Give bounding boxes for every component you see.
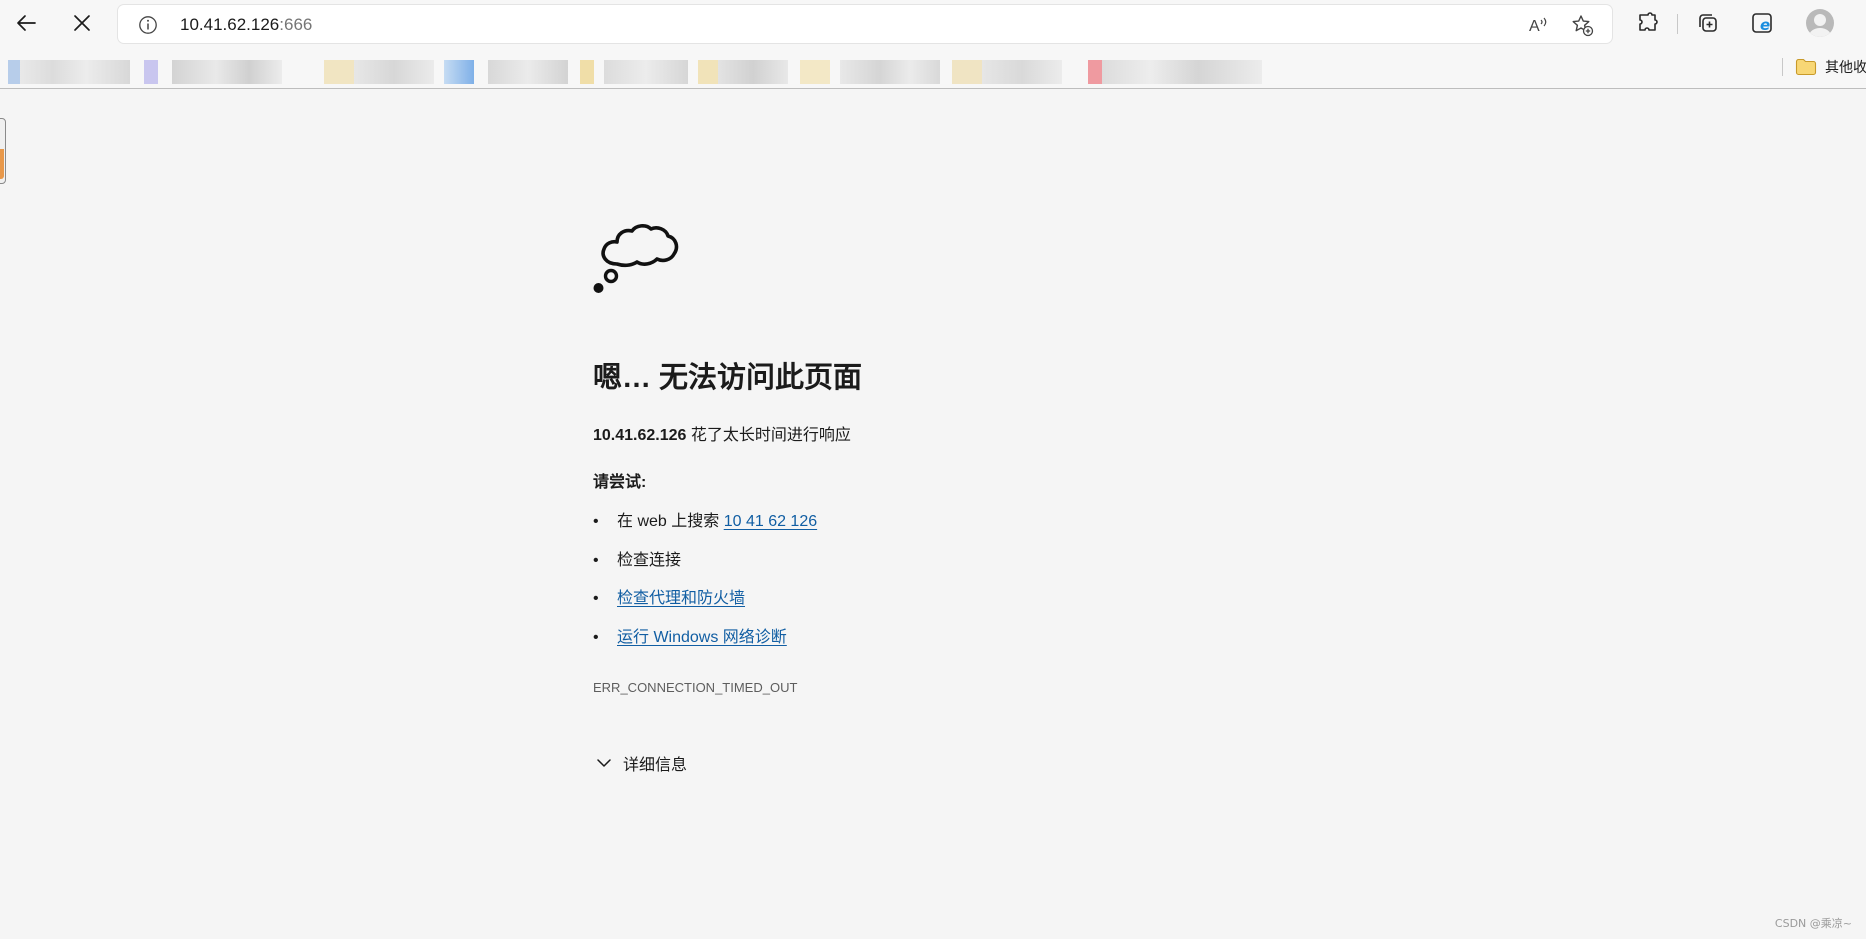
puzzle-icon xyxy=(1639,12,1658,31)
address-bar[interactable]: 10.41.62.126:666 A xyxy=(118,5,1612,43)
svg-text:e: e xyxy=(1760,16,1770,34)
ie-mode-button[interactable]: e xyxy=(1745,5,1781,41)
favorites-bar: 其他收 xyxy=(0,46,1866,89)
other-favorites-folder[interactable]: 其他收 xyxy=(1795,55,1866,79)
sidebar-edge-strip xyxy=(0,149,4,179)
error-host: 10.41.62.126 xyxy=(593,427,687,444)
suggestion-search-prefix: 在 web 上搜索 xyxy=(617,513,724,530)
info-circle-icon[interactable] xyxy=(138,15,158,35)
error-message-text: 花了太长时间进行响应 xyxy=(686,427,851,444)
suggestion-proxy-firewall: • 检查代理和防火墙 xyxy=(593,590,746,607)
read-aloud-icon[interactable]: A xyxy=(1526,13,1550,37)
suggestion-search: • 在 web 上搜索 10 41 62 126 xyxy=(593,513,818,530)
ie-mode-icon: e xyxy=(1752,13,1772,34)
blurred-favorites xyxy=(4,54,1274,86)
suggestion-check-connection: • 检查连接 xyxy=(593,551,682,569)
suggestion-network-diagnostics: • 运行 Windows 网络诊断 xyxy=(593,628,787,646)
url-port: :666 xyxy=(279,15,313,34)
toolbar-divider xyxy=(1677,14,1678,34)
error-code: ERR_CONNECTION_TIMED_OUT xyxy=(593,680,798,695)
watermark: CSDN @乘凉~ xyxy=(1774,917,1852,930)
svg-text:A: A xyxy=(1529,18,1540,35)
other-favorites-label: 其他收 xyxy=(1825,59,1866,75)
search-web-link[interactable]: 10 41 62 126 xyxy=(724,513,817,530)
folder-icon xyxy=(1795,58,1817,76)
thought-cloud-icon xyxy=(593,224,679,293)
close-icon xyxy=(74,15,90,31)
details-toggle[interactable]: 详细信息 xyxy=(595,751,687,775)
browser-toolbar: 10.41.62.126:666 A e xyxy=(0,0,1866,46)
stop-button[interactable] xyxy=(64,5,100,41)
check-proxy-firewall-link[interactable]: 检查代理和防火墙 xyxy=(617,590,745,607)
url-text[interactable]: 10.41.62.126:666 xyxy=(180,15,312,35)
sidebar-edge-tab[interactable] xyxy=(0,118,6,184)
favorites-divider xyxy=(1782,58,1783,76)
arrow-left-icon xyxy=(17,15,36,31)
collections-button[interactable] xyxy=(1690,5,1726,41)
url-host: 10.41.62.126 xyxy=(180,15,280,34)
back-button[interactable] xyxy=(9,5,45,41)
suggestion-list: • 在 web 上搜索 10 41 62 126 • 检查连接 • 检查代理和防… xyxy=(593,510,817,664)
try-heading: 请尝试: xyxy=(593,474,647,491)
error-message: 10.41.62.126 花了太长时间进行响应 xyxy=(593,426,851,446)
chevron-down-icon xyxy=(597,759,611,767)
run-network-diagnostics-link[interactable]: 运行 Windows 网络诊断 xyxy=(617,629,787,646)
extensions-button[interactable] xyxy=(1630,5,1666,41)
error-title: 嗯… 无法访问此页面 xyxy=(593,362,863,394)
suggestion-check-connection-text: 检查连接 xyxy=(617,551,682,569)
star-add-icon[interactable] xyxy=(1570,13,1594,37)
collections-icon xyxy=(1699,14,1717,32)
profile-button[interactable] xyxy=(1806,9,1834,37)
details-label: 详细信息 xyxy=(623,757,688,774)
